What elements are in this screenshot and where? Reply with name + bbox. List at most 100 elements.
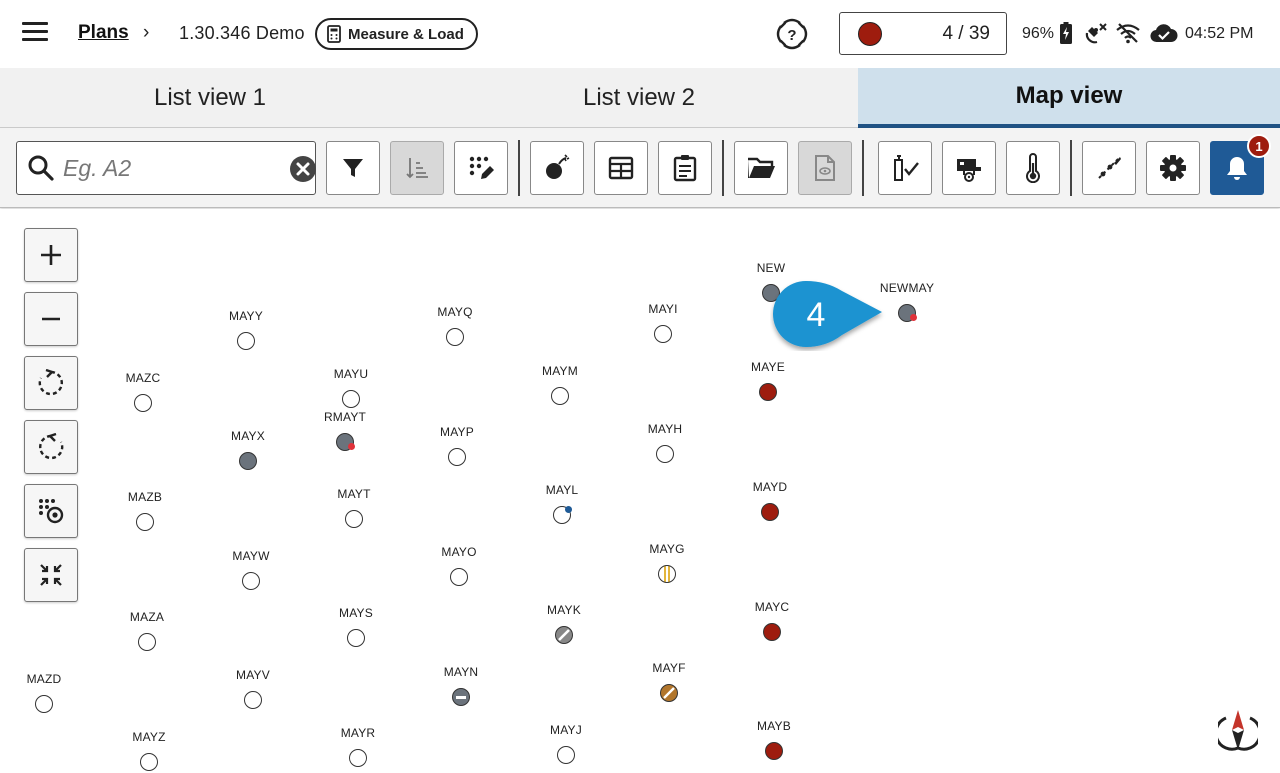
bell-icon [1227, 157, 1247, 180]
search-box [16, 141, 316, 195]
menu-icon[interactable] [22, 22, 48, 44]
map-point-label: MAYI [648, 302, 678, 316]
folder-button[interactable] [734, 141, 788, 195]
map-point-label: NEW [756, 261, 786, 275]
breadcrumb-plans[interactable]: Plans [78, 22, 129, 44]
map-point-label: MAYV [236, 668, 270, 682]
map-point-marker[interactable] [452, 688, 470, 706]
map-point-label: MAYH [647, 422, 683, 436]
map-point-label: RMAYT [323, 410, 367, 424]
map-point-label: MAYK [547, 603, 581, 617]
help-icon[interactable]: ? [776, 18, 808, 50]
notifications-button[interactable]: 1 [1210, 134, 1271, 195]
map-point-marker[interactable] [35, 695, 53, 713]
filter-button[interactable] [326, 141, 380, 195]
map-point-marker[interactable] [658, 565, 676, 583]
tab-list-view-1[interactable]: List view 1 [0, 68, 420, 128]
load-check-button[interactable] [878, 141, 932, 195]
map-point-marker[interactable] [138, 633, 156, 651]
progress-counter[interactable]: 4 / 39 [839, 12, 1007, 55]
rotate-left-button[interactable] [24, 420, 78, 474]
map-point-marker[interactable] [654, 325, 672, 343]
rotate-left-icon [39, 433, 64, 460]
map-point-label: MAYQ [437, 305, 473, 319]
map-point-marker[interactable] [136, 513, 154, 531]
cloud-done-icon [1150, 24, 1178, 43]
sort-icon [406, 158, 428, 179]
map-point-marker[interactable] [765, 742, 783, 760]
map-point-marker[interactable] [448, 448, 466, 466]
mode-badge[interactable]: Measure & Load [315, 18, 478, 50]
document-view-icon [815, 155, 835, 181]
clear-search-icon[interactable] [289, 155, 317, 183]
flag-indicator [910, 314, 917, 321]
map-point-marker[interactable] [656, 445, 674, 463]
settings-icon [1160, 155, 1186, 181]
thermometer-icon [1026, 153, 1040, 183]
measure-tool-icon [1098, 157, 1121, 179]
selection-callout[interactable]: 4 [770, 279, 886, 351]
compass-icon[interactable] [1218, 708, 1258, 752]
mode-badge-label: Measure & Load [348, 25, 464, 43]
toolbar-divider [1070, 140, 1072, 196]
map-point-marker[interactable] [342, 390, 360, 408]
rotate-right-button[interactable] [24, 356, 78, 410]
map-point-marker[interactable] [349, 749, 367, 767]
map-point-marker[interactable] [446, 328, 464, 346]
map-canvas[interactable] [0, 209, 1280, 773]
search-input[interactable] [63, 152, 263, 184]
top-bar: Plans › 1.30.346 Demo Measure & Load ? 4… [0, 0, 1280, 68]
sort-button[interactable] [390, 141, 444, 195]
zoom-in-button[interactable] [24, 228, 78, 282]
map-point-label: MAYO [441, 545, 477, 559]
map-point-label: MAYX [231, 429, 265, 443]
toolbar-divider [722, 140, 724, 196]
measure-tool-button[interactable] [1082, 141, 1136, 195]
select-points-button[interactable] [24, 484, 78, 538]
flag-indicator [565, 506, 572, 513]
map-point-marker[interactable] [347, 629, 365, 647]
select-points-icon [39, 499, 64, 524]
toolbar-divider [862, 140, 864, 196]
map-point-label: MAZC [125, 371, 161, 385]
map-point-marker[interactable] [237, 332, 255, 350]
map-point-marker[interactable] [759, 383, 777, 401]
map-point-marker[interactable] [345, 510, 363, 528]
map-point-marker[interactable] [660, 684, 678, 702]
map-point-marker[interactable] [140, 753, 158, 771]
blast-button[interactable] [530, 141, 584, 195]
callout-count: 4 [807, 296, 826, 334]
satellite-off-icon [1085, 23, 1107, 44]
document-view-button[interactable] [798, 141, 852, 195]
map-point-label: MAYR [340, 726, 376, 740]
blast-icon [546, 154, 570, 179]
select-edit-button[interactable] [454, 141, 508, 195]
map-point-marker[interactable] [242, 572, 260, 590]
map-point-label: MAYD [752, 480, 788, 494]
map-point-marker[interactable] [555, 626, 573, 644]
map-point-marker[interactable] [761, 503, 779, 521]
temperature-button[interactable] [1006, 141, 1060, 195]
map-point-marker[interactable] [244, 691, 262, 709]
tab-map-view[interactable]: Map view [858, 68, 1280, 128]
map-point-marker[interactable] [450, 568, 468, 586]
map-point-label: MAZA [129, 610, 165, 624]
zoom-out-button[interactable] [24, 292, 78, 346]
fit-extent-button[interactable] [24, 548, 78, 602]
wifi-off-icon [1116, 23, 1140, 44]
map-point-label: MAYJ [550, 723, 582, 737]
map-point-label: MAZD [26, 672, 62, 686]
map-point-marker[interactable] [557, 746, 575, 764]
table-button[interactable] [594, 141, 648, 195]
map-point-marker[interactable] [551, 387, 569, 405]
clipboard-button[interactable] [658, 141, 712, 195]
settings-button[interactable] [1146, 141, 1200, 195]
map-point-label: MAYP [440, 425, 474, 439]
fit-extent-icon [40, 564, 62, 586]
map-point-marker[interactable] [134, 394, 152, 412]
map-point-marker[interactable] [763, 623, 781, 641]
view-tabs: List view 1 List view 2 Map view [0, 68, 1280, 128]
truck-button[interactable] [942, 141, 996, 195]
map-point-marker[interactable] [239, 452, 257, 470]
tab-list-view-2[interactable]: List view 2 [420, 68, 858, 128]
